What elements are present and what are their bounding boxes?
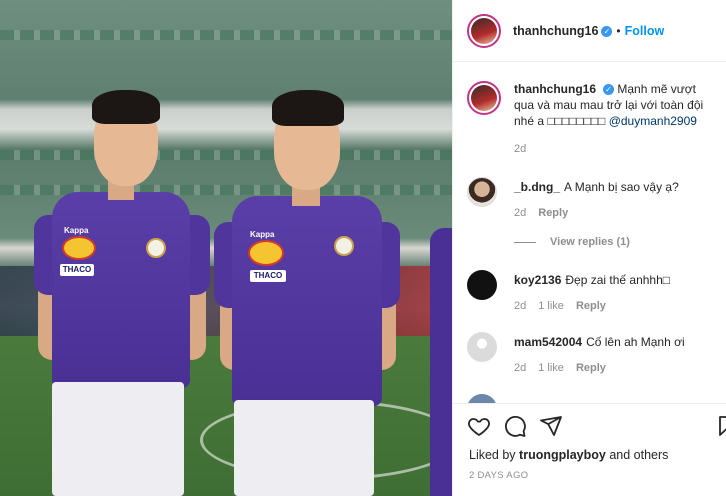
comment-text: A Mạnh bị sao vậy ạ?	[564, 180, 679, 194]
view-replies-label: View replies (1)	[550, 236, 630, 248]
player-edge	[430, 228, 452, 496]
share-icon[interactable]	[539, 414, 563, 438]
comment-text: Cố lên ah Mạnh ơi	[586, 335, 685, 349]
comments-list[interactable]: thanhchung16 ✓ Mạnh mẽ vượt qua và mau ma…	[453, 63, 726, 403]
comment-likes[interactable]: 1 like	[538, 300, 564, 312]
comment-time[interactable]: 2d	[514, 300, 526, 312]
author-username[interactable]: thanhchung16	[513, 24, 598, 38]
comment-username[interactable]: mam542004	[514, 335, 582, 349]
brand-text: Kappa	[64, 226, 89, 235]
author-avatar[interactable]	[467, 81, 501, 115]
commenter-avatar[interactable]	[467, 394, 497, 403]
stadium-seats	[0, 30, 452, 40]
post-header: thanhchung16 ✓ • Follow	[453, 0, 726, 62]
reply-button[interactable]: Reply	[576, 300, 606, 312]
verified-icon: ✓	[601, 25, 613, 37]
caption-meta: 2d	[514, 143, 538, 155]
separator-dot: •	[616, 23, 621, 38]
post-timestamp[interactable]: 2 DAYS AGO	[469, 470, 528, 481]
liked-by: Liked by truongplayboy and others	[469, 448, 668, 462]
view-replies-button[interactable]: View replies (1)	[514, 236, 630, 248]
comment-icon[interactable]	[503, 414, 527, 438]
sponsor-text: THACO	[250, 270, 286, 282]
brand-text: Kappa	[250, 230, 275, 239]
reply-button[interactable]: Reply	[538, 207, 568, 219]
stadium-seats	[0, 150, 452, 160]
sponsor-text: THACO	[60, 264, 94, 276]
liked-by-prefix: Liked by	[469, 448, 516, 462]
post-photo[interactable]: Kappa THACO Kappa THACO	[0, 0, 452, 496]
comment-text: Đẹp zai thế anhhh□	[565, 273, 671, 287]
caption-mention[interactable]: @duymanh2909	[609, 114, 697, 128]
comment-username[interactable]: koy2136	[514, 273, 561, 287]
commenter-avatar[interactable]	[467, 177, 497, 207]
comment-username[interactable]: _b.dng_	[514, 180, 560, 194]
caption-username[interactable]: thanhchung16	[514, 82, 596, 96]
liked-by-user[interactable]: truongplayboy	[519, 448, 606, 462]
reply-button[interactable]: Reply	[576, 362, 606, 374]
liked-by-suffix[interactable]: and others	[609, 448, 668, 462]
comment-time[interactable]: 2d	[514, 362, 526, 374]
follow-button[interactable]: Follow	[625, 24, 665, 38]
verified-icon: ✓	[603, 84, 615, 96]
post-panel: thanhchung16 ✓ • Follow thanhchung16 ✓ Mạnh …	[452, 0, 726, 496]
comment-likes[interactable]: 1 like	[538, 362, 564, 374]
commenter-avatar[interactable]	[467, 332, 497, 362]
post-actions: Liked by truongplayboy and others 2 DAYS…	[453, 403, 726, 496]
bookmark-icon[interactable]	[715, 414, 726, 438]
comment-time[interactable]: 2d	[514, 207, 526, 219]
caption-time[interactable]: 2d	[514, 143, 526, 155]
commenter-avatar[interactable]	[467, 270, 497, 300]
heart-icon[interactable]	[467, 414, 491, 438]
author-avatar[interactable]	[467, 13, 501, 48]
